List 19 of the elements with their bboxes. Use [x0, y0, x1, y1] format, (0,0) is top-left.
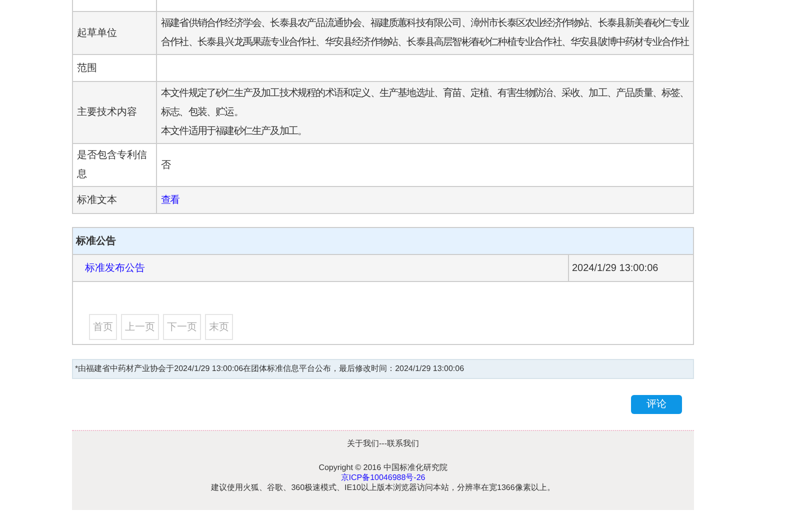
row-label: 范围	[73, 55, 157, 81]
row-label: 主要技术内容	[73, 82, 157, 143]
view-link[interactable]: 查看	[161, 190, 180, 210]
icp-link[interactable]: 京ICP备10046988号-26	[340, 473, 426, 483]
browser-advice: 建议使用火狐、谷歌、360极速模式、IE10以上版本浏览器访问本站，分辨率在宽1366像素以上。	[211, 483, 555, 493]
cell-text: 福建省供销合作经济学会、长泰县农产品流通协会、福建质蕙科技有限公司、漳州市长泰区农业经济作物站、长泰县新美春砂仁专业合作社、长泰县兴龙禹果蔬专业合作社、华安县经济作物站、长泰县高层智彬春砂仁种植专业合作社、华安县陂博中药材专业合作社	[161, 16, 689, 50]
row-label: 起草单位	[73, 12, 157, 54]
section-header: 标准公告	[73, 228, 693, 255]
copyright-text: Copyright © 2016 中国标准化研究院	[318, 463, 448, 473]
row-label: 是否包含专利信息	[73, 144, 157, 186]
comment-button[interactable]: 评论	[631, 395, 682, 414]
publication-note: *由福建省中药材产业协会于2024/1/29 13:00:06在团体标准信息平台公布，最后修改时间：2024/1/29 13:00:06	[72, 359, 694, 379]
cell-text: 否	[161, 158, 172, 172]
row-label: 标准文本	[73, 187, 157, 213]
announcement-link[interactable]: 标准发布公告	[85, 260, 145, 276]
cell-text: 本文件规定了砂仁生产及加工技术规程的术语和定义、生产基地选址、育苗、定植、有害生物防治、采收、加工、产品质量、标签、标志、包装、贮运。	[161, 86, 689, 120]
cell-text: 本文件适用于福建砂仁生产及加工。	[161, 124, 308, 139]
announcement-date: 2024/1/29 13:00:06	[571, 262, 660, 276]
footer-links[interactable]: 关于我们---联系我们	[347, 439, 419, 449]
